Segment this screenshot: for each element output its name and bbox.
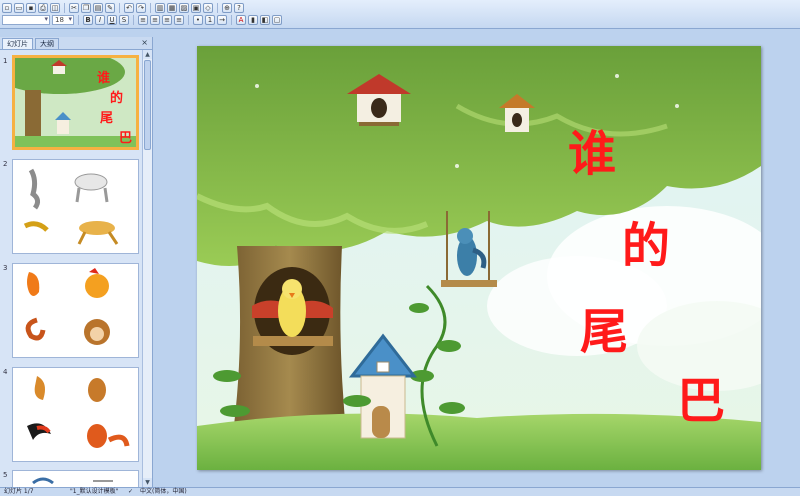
panel-tabs: 幻灯片 大纲 × xyxy=(0,37,152,50)
separator xyxy=(64,3,65,13)
open-icon[interactable]: ▭ xyxy=(14,3,24,13)
scroll-up-icon[interactable]: ▲ xyxy=(143,50,152,59)
save-icon[interactable]: ▪ xyxy=(26,3,36,13)
bold-button[interactable]: B xyxy=(83,15,93,25)
scrollbar-thumb[interactable] xyxy=(144,60,151,150)
design-icon[interactable]: ◧ xyxy=(260,15,270,25)
justify-icon[interactable]: ≡ xyxy=(174,15,184,25)
strikethrough-button[interactable]: S xyxy=(119,15,129,25)
title-char-3: 尾 xyxy=(580,304,629,360)
font-size-select[interactable]: 18 xyxy=(52,15,74,25)
insert-textbox-icon[interactable]: ▣ xyxy=(191,3,201,13)
slide-number: 3 xyxy=(3,264,8,272)
scroll-down-icon[interactable]: ▼ xyxy=(143,478,152,487)
slides-panel: 幻灯片 大纲 × 1 谁 的 尾 巴 2 3 4 5 ▲ ▼ xyxy=(0,37,153,487)
thumb-char: 谁 xyxy=(97,70,110,86)
thumb-char: 的 xyxy=(110,90,123,106)
slide-thumbnail-4[interactable] xyxy=(12,367,139,462)
new-icon[interactable]: ▫ xyxy=(2,3,12,13)
thumb-char: 巴 xyxy=(119,131,132,146)
zoom-icon[interactable]: ⊕ xyxy=(222,3,232,13)
help-icon[interactable]: ? xyxy=(234,3,244,13)
align-center-icon[interactable]: ≡ xyxy=(150,15,160,25)
copy-icon[interactable]: ❐ xyxy=(81,3,91,13)
title-char-4: 巴 xyxy=(677,373,726,429)
paste-icon[interactable]: ▤ xyxy=(93,3,103,13)
bullets-icon[interactable]: • xyxy=(193,15,203,25)
tab-slides[interactable]: 幻灯片 xyxy=(2,37,33,49)
indent-icon[interactable]: → xyxy=(217,15,227,25)
thumbnail-4-image xyxy=(27,376,130,448)
slide-number: 5 xyxy=(3,471,8,479)
print-icon[interactable]: ⎙ xyxy=(38,3,48,13)
align-right-icon[interactable]: ≡ xyxy=(162,15,172,25)
slide-number: 2 xyxy=(3,160,8,168)
align-left-icon[interactable]: ≡ xyxy=(138,15,148,25)
slide-thumbnail-3[interactable] xyxy=(12,263,139,358)
separator xyxy=(133,15,134,25)
current-slide[interactable]: 谁 的 尾 巴 xyxy=(197,46,761,470)
thumbnail-5-image xyxy=(32,477,113,485)
tab-outline[interactable]: 大纲 xyxy=(35,37,59,49)
font-color-button[interactable]: A xyxy=(236,15,246,25)
preview-icon[interactable]: ◫ xyxy=(50,3,60,13)
thumbnail-3-image xyxy=(25,268,110,345)
insert-picture-icon[interactable]: ▨ xyxy=(179,3,189,13)
panel-scrollbar[interactable]: ▲ ▼ xyxy=(142,50,152,487)
underline-button[interactable]: U xyxy=(107,15,117,25)
slide-thumbnail-5[interactable] xyxy=(12,470,139,487)
close-panel-icon[interactable]: × xyxy=(141,38,148,47)
ribbon-toolbar: ▫ ▭ ▪ ⎙ ◫ ✂ ❐ ▤ ✎ ↶ ↷ ▥ ▦ ▨ ▣ ◇ ⊕ ? 18 B… xyxy=(0,0,800,29)
thumbnail-2-image xyxy=(23,168,119,245)
new-slide-icon[interactable]: ▢ xyxy=(272,15,282,25)
insert-shape-icon[interactable]: ◇ xyxy=(203,3,213,13)
thumb-char: 尾 xyxy=(100,111,113,126)
separator xyxy=(188,15,189,25)
undo-icon[interactable]: ↶ xyxy=(124,3,134,13)
separator xyxy=(150,3,151,13)
thumbnail-1-image: 谁 的 尾 巴 xyxy=(15,58,136,147)
separator xyxy=(231,15,232,25)
separator xyxy=(217,3,218,13)
toolbar-row-1: ▫ ▭ ▪ ⎙ ◫ ✂ ❐ ▤ ✎ ↶ ↷ ▥ ▦ ▨ ▣ ◇ ⊕ ? xyxy=(2,2,244,14)
slide-thumbnail-2[interactable] xyxy=(12,159,139,254)
separator xyxy=(119,3,120,13)
title-char-1: 谁 xyxy=(568,126,617,182)
separator xyxy=(78,15,79,25)
slide-number: 1 xyxy=(3,57,8,65)
font-name-select[interactable] xyxy=(2,15,50,25)
redo-icon[interactable]: ↷ xyxy=(136,3,146,13)
slide-thumbnail-1[interactable]: 谁 的 尾 巴 xyxy=(12,55,139,150)
insert-table-icon[interactable]: ▦ xyxy=(167,3,177,13)
title-char-2: 的 xyxy=(622,218,671,274)
format-painter-icon[interactable]: ✎ xyxy=(105,3,115,13)
insert-chart-icon[interactable]: ▥ xyxy=(155,3,165,13)
italic-button[interactable]: I xyxy=(95,15,105,25)
cut-icon[interactable]: ✂ xyxy=(69,3,79,13)
highlight-icon[interactable]: ▮ xyxy=(248,15,258,25)
numbering-icon[interactable]: 1 xyxy=(205,15,215,25)
toolbar-row-2: 18 B I U S ≡ ≡ ≡ ≡ • 1 → A ▮ ◧ ▢ xyxy=(2,14,282,26)
slide-number: 4 xyxy=(3,368,8,376)
